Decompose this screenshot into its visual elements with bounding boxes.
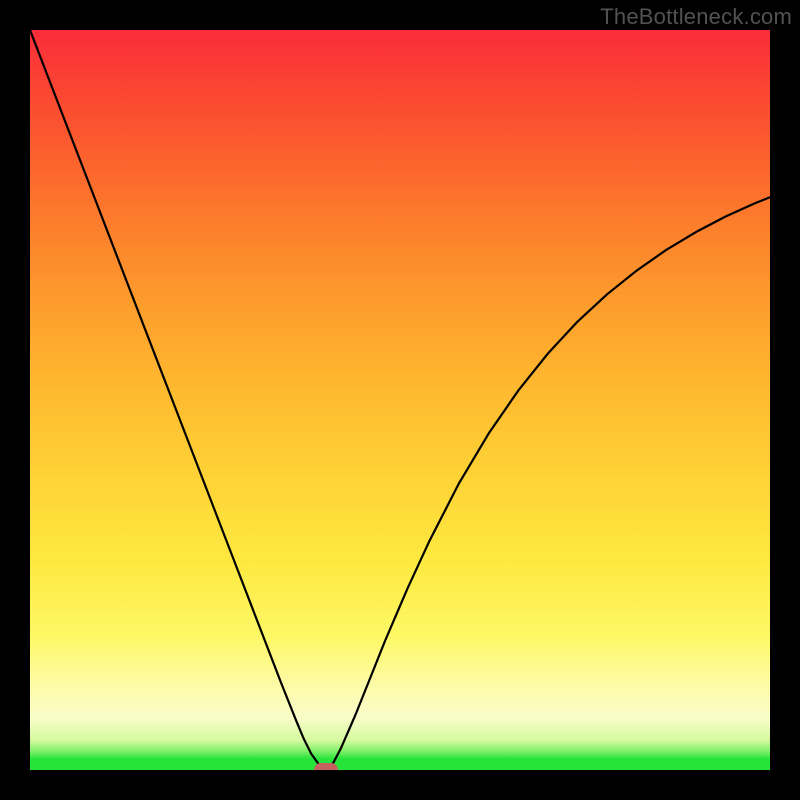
optimal-marker [314,763,338,770]
chart-frame: TheBottleneck.com [0,0,800,800]
plot-area [30,30,770,770]
bottleneck-curve [30,30,770,770]
watermark-text: TheBottleneck.com [600,4,792,30]
